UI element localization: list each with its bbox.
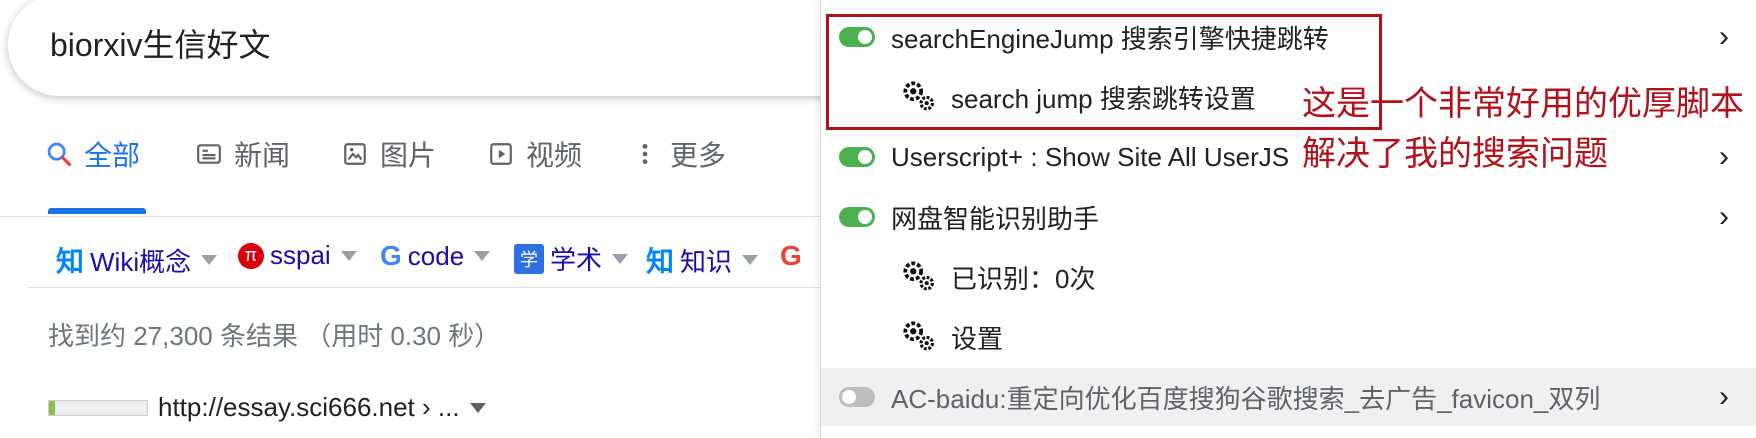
dropdown-caret-icon[interactable] bbox=[469, 402, 486, 413]
toggle-switch-icon[interactable] bbox=[839, 207, 875, 227]
engine-sspai[interactable]: π sspai bbox=[238, 240, 357, 271]
dropdown-caret-icon[interactable] bbox=[742, 255, 759, 265]
annotation-line1: 这是一个非常好用的优厚脚本 bbox=[1302, 85, 1744, 123]
news-icon bbox=[194, 139, 224, 169]
search-icon bbox=[44, 139, 74, 169]
menu-item-label: 网盘智能识别助手 bbox=[891, 203, 1100, 234]
annotation-line2: 解决了我的搜索问题 bbox=[1302, 135, 1608, 173]
menu-item-label: 设置 bbox=[951, 323, 1004, 354]
menu-item-label: Userscript+ : Show Site All UserJS bbox=[891, 141, 1290, 172]
zhihu-icon: 知 bbox=[56, 246, 85, 277]
menu-script-ac-baidu[interactable]: AC-baidu:重定向优化百度搜狗谷歌搜索_去广告_favicon_双列 › bbox=[821, 368, 1756, 426]
dropdown-caret-icon[interactable] bbox=[474, 251, 491, 261]
chevron-right-icon[interactable]: › bbox=[1719, 380, 1729, 414]
engine-label: sspai bbox=[270, 240, 331, 270]
annotation-highlight-box bbox=[826, 14, 1382, 130]
zhihu-icon: 知 bbox=[646, 246, 675, 277]
google-icon: G bbox=[380, 240, 402, 271]
engine-code[interactable]: G code bbox=[380, 240, 491, 272]
tab-label: 视频 bbox=[526, 140, 583, 171]
engine-wiki[interactable]: 知 Wiki概念 bbox=[56, 240, 218, 280]
tab-label: 新闻 bbox=[234, 140, 291, 171]
engine-label: Wiki概念 bbox=[90, 246, 192, 277]
active-tab-indicator bbox=[48, 208, 146, 214]
tab-images[interactable]: 图片 bbox=[340, 132, 436, 176]
chevron-right-icon[interactable]: › bbox=[1719, 20, 1729, 54]
tab-label: 图片 bbox=[380, 140, 437, 171]
chevron-right-icon[interactable]: › bbox=[1719, 200, 1729, 234]
engine-knowledge[interactable]: 知 知识 bbox=[646, 240, 759, 280]
tab-label: 全部 bbox=[84, 140, 141, 171]
menu-item-label: AC-baidu:重定向优化百度搜狗谷歌搜索_去广告_favicon_双列 bbox=[891, 383, 1601, 414]
menu-command-settings[interactable]: 设置 bbox=[821, 308, 1756, 366]
menu-script-netdisk-helper[interactable]: 网盘智能识别助手 › bbox=[821, 188, 1756, 246]
gear-icon bbox=[899, 257, 939, 297]
dropdown-caret-icon[interactable] bbox=[201, 255, 218, 265]
image-icon bbox=[340, 139, 370, 169]
engine-label: 知识 bbox=[680, 246, 733, 277]
site-favicon bbox=[48, 399, 148, 416]
dropdown-caret-icon[interactable] bbox=[612, 253, 629, 264]
engines-divider bbox=[28, 287, 848, 288]
sspai-icon: π bbox=[238, 242, 264, 269]
engine-google[interactable]: G bbox=[780, 240, 802, 272]
dropdown-caret-icon[interactable] bbox=[340, 250, 357, 261]
menu-script-userscript-plus[interactable]: Userscript+ : Show Site All UserJS › bbox=[821, 128, 1756, 186]
result-stats: 找到约 27,300 条结果 （用时 0.30 秒） bbox=[48, 321, 501, 351]
video-icon bbox=[486, 139, 516, 169]
tabs-divider bbox=[0, 216, 840, 217]
baidu-xueshu-icon: 学 bbox=[514, 243, 544, 274]
search-box[interactable]: biorxiv生信好文 bbox=[8, 0, 888, 96]
tab-all[interactable]: 全部 bbox=[44, 132, 140, 176]
result-url[interactable]: http://essay.sci666.net › ... bbox=[48, 392, 486, 423]
engine-label: code bbox=[407, 240, 465, 271]
menu-command-recognized-count[interactable]: 已识别：0次 bbox=[821, 248, 1756, 306]
menu-item-label: 已识别：0次 bbox=[951, 263, 1096, 294]
tab-videos[interactable]: 视频 bbox=[486, 132, 582, 176]
toggle-switch-icon[interactable] bbox=[839, 147, 875, 167]
chevron-right-icon[interactable]: › bbox=[1719, 140, 1729, 174]
result-url-text[interactable]: http://essay.sci666.net › ... bbox=[158, 392, 460, 423]
engine-scholar[interactable]: 学 学术 bbox=[514, 240, 629, 277]
tab-label: 更多 bbox=[670, 140, 727, 171]
tab-more[interactable]: 更多 bbox=[630, 132, 726, 176]
toggle-switch-icon[interactable] bbox=[839, 387, 875, 407]
engine-label: 学术 bbox=[550, 245, 603, 275]
more-vert-icon bbox=[630, 139, 660, 169]
gear-icon bbox=[899, 317, 939, 357]
google-icon: G bbox=[780, 240, 802, 271]
tab-news[interactable]: 新闻 bbox=[194, 132, 290, 176]
search-input[interactable]: biorxiv生信好文 bbox=[50, 20, 270, 66]
